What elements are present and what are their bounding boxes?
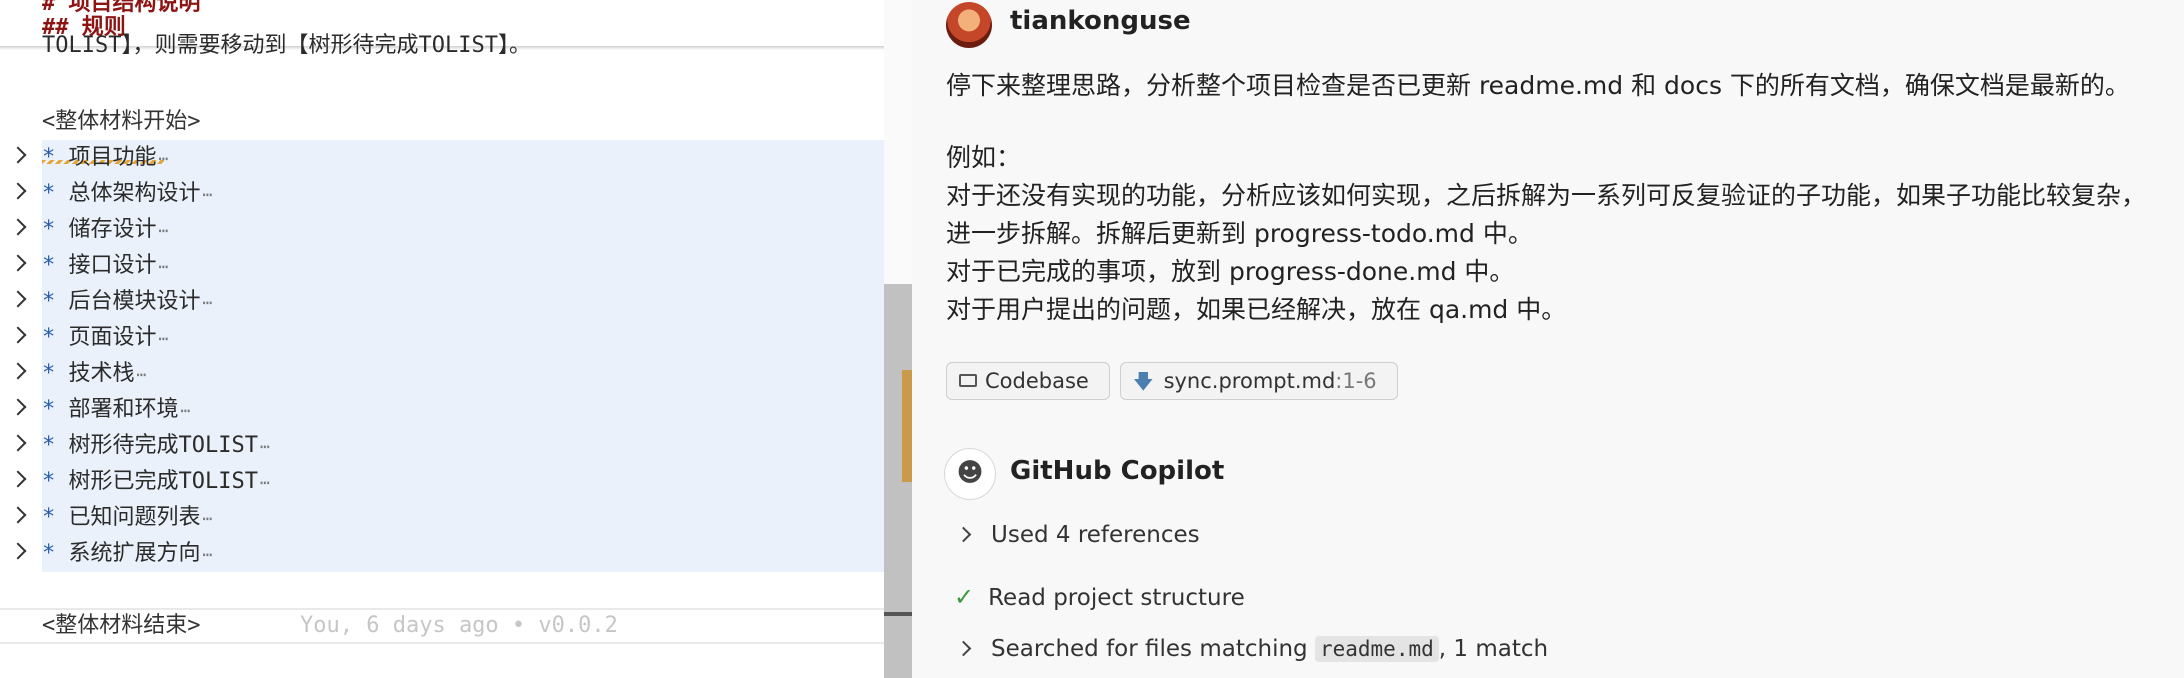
section-title: 已知问题列表 [68, 505, 201, 530]
fold-ellipsis-icon[interactable]: ⋯ [159, 221, 169, 240]
fold-ellipsis-icon[interactable]: ⋯ [260, 437, 270, 456]
materials-end-text: <整体材料结束> [42, 613, 201, 638]
bullet-marker: * [42, 325, 56, 350]
attachment-file-name: sync.prompt.md [1163, 369, 1336, 393]
fold-chevron-icon[interactable] [9, 398, 27, 416]
section-title: 页面设计 [68, 325, 157, 350]
fold-chevron-icon[interactable] [9, 434, 27, 452]
fold-ellipsis-icon[interactable]: ⋯ [203, 545, 213, 564]
fold-ellipsis-icon[interactable]: ⋯ [203, 185, 213, 204]
attachment-line-range: :1-6 [1335, 369, 1377, 393]
section-title: 储存设计 [68, 217, 157, 242]
partial-line-text: TOLIST】，则需要移动到【树形待完成TOLIST】。 [42, 33, 531, 58]
user-message-line: 对于已完成的事项，放到 progress-done.md 中。 [946, 257, 1515, 286]
step-label: Used 4 references [991, 522, 1200, 548]
scrollbar-cursor-marker [884, 612, 912, 616]
section-title: 系统扩展方向 [68, 541, 201, 566]
user-message-line: 对于用户提出的问题，如果已经解决，放在 qa.md 中。 [946, 295, 1567, 324]
fold-chevron-icon[interactable] [9, 218, 27, 236]
fold-ellipsis-icon[interactable]: ⋯ [203, 293, 213, 312]
section-title: 总体架构设计 [68, 181, 201, 206]
fold-chevron-icon[interactable] [9, 290, 27, 308]
step-label: Read project structure [988, 585, 1245, 611]
used-references-toggle[interactable]: Used 4 references [946, 522, 1200, 548]
section-title: 树形已完成TOLIST [68, 469, 258, 494]
assistant-name: GitHub Copilot [1010, 456, 1225, 486]
step-result-count: , 1 match [1438, 636, 1549, 662]
fold-ellipsis-icon[interactable]: ⋯ [159, 329, 169, 348]
user-message-line: 对于还没有实现的功能，分析应该如何实现，之后拆解为一系列可反复验证的子功能，如果… [946, 181, 2147, 210]
fold-chevron-icon[interactable] [9, 326, 27, 344]
materials-start-text: <整体材料开始> [42, 109, 201, 134]
folder-icon [959, 373, 977, 387]
bullet-marker: * [42, 253, 56, 278]
attachment-file-chip[interactable]: 🡇 sync.prompt.md:1-6 [1120, 362, 1398, 400]
fold-ellipsis-icon[interactable]: ⋯ [159, 149, 169, 168]
user-name: tiankonguse [1010, 6, 1191, 36]
step-label: Searched for files matching [991, 636, 1308, 662]
fold-chevron-icon[interactable] [9, 146, 27, 164]
bullet-marker: * [42, 145, 56, 170]
bullet-marker: * [42, 397, 56, 422]
section-title: 项目功能 [68, 145, 157, 170]
scrollbar-change-marker [902, 370, 912, 482]
fold-ellipsis-icon[interactable]: ⋯ [181, 401, 191, 420]
fold-chevron-icon[interactable] [9, 506, 27, 524]
user-message-line: 进一步拆解。拆解后更新到 progress-todo.md 中。 [946, 219, 1533, 248]
user-avatar [946, 2, 992, 48]
step-read-structure: ✓ Read project structure [946, 583, 1245, 611]
fold-chevron-icon[interactable] [9, 254, 27, 272]
section-title: 技术栈 [68, 361, 135, 386]
copilot-chat-panel: tiankonguse 停下来整理思路，分析整个项目检查是否已更新 readme… [912, 0, 2184, 678]
section-title: 树形待完成TOLIST [68, 433, 258, 458]
bullet-marker: * [42, 217, 56, 242]
user-message-line: 停下来整理思路，分析整个项目检查是否已更新 readme.md 和 docs 下… [946, 71, 2130, 100]
fold-chevron-icon[interactable] [9, 542, 27, 560]
fold-ellipsis-icon[interactable]: ⋯ [203, 509, 213, 528]
bullet-marker: * [42, 181, 56, 206]
attachment-codebase-chip[interactable]: Codebase [946, 362, 1110, 400]
fold-ellipsis-icon[interactable]: ⋯ [159, 257, 169, 276]
search-term: readme.md [1314, 636, 1439, 662]
code-editor[interactable]: # 项目结构说明 ## 规则 TOLIST】，则需要移动到【树形待完成TOLIS… [0, 0, 912, 678]
fold-chevron-icon[interactable] [9, 470, 27, 488]
bullet-marker: * [42, 469, 56, 494]
bullet-marker: * [42, 541, 56, 566]
fold-chevron-icon[interactable] [9, 182, 27, 200]
bullet-marker: * [42, 433, 56, 458]
arrow-down-icon: 🡇 [1133, 369, 1154, 393]
fold-chevron-icon[interactable] [9, 362, 27, 380]
copilot-icon: ☻ [944, 448, 996, 500]
section-title: 接口设计 [68, 253, 157, 278]
section-title: 后台模块设计 [68, 289, 201, 314]
fold-ellipsis-icon[interactable]: ⋯ [137, 365, 147, 384]
user-message-line: 例如： [946, 143, 1022, 172]
attachment-label: Codebase [985, 369, 1089, 393]
step-search-toggle[interactable]: Searched for files matching readme.md, 1… [946, 636, 1548, 662]
checkmark-icon: ✓ [954, 583, 975, 611]
bullet-marker: * [42, 289, 56, 314]
git-blame-annotation[interactable]: You, 6 days ago • v0.0.2 [300, 608, 618, 644]
chevron-right-icon [955, 526, 972, 543]
section-title: 部署和环境 [68, 397, 179, 422]
bullet-marker: * [42, 505, 56, 530]
fold-ellipsis-icon[interactable]: ⋯ [260, 473, 270, 492]
chevron-right-icon [955, 640, 972, 657]
bullet-marker: * [42, 361, 56, 386]
